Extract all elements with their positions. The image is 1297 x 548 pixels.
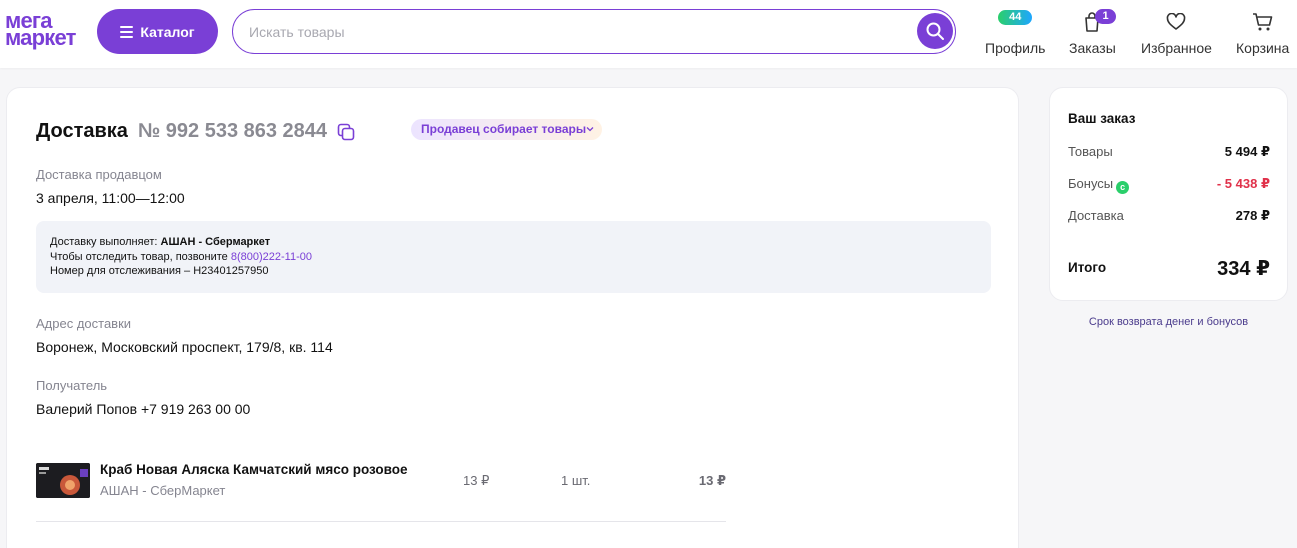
product-quantity: 1 шт. xyxy=(561,473,591,488)
summary-delivery-value: 278 ₽ xyxy=(1235,208,1270,223)
product-name[interactable]: Краб Новая Аляска Камчатский мясо розово… xyxy=(100,462,430,477)
menu-icon xyxy=(120,25,134,38)
bonus-icon: c xyxy=(1116,181,1130,194)
summary-title: Ваш заказ xyxy=(1068,111,1136,126)
search-input[interactable] xyxy=(249,20,889,44)
nav-profile[interactable]: 44 Профиль xyxy=(985,10,1045,56)
nav-orders-label: Заказы xyxy=(1069,40,1116,56)
summary-goods-row: Товары 5 494 ₽ xyxy=(1068,144,1270,159)
catalog-button[interactable]: Каталог xyxy=(97,9,218,54)
delivery-time: 3 апреля, 11:00—12:00 xyxy=(36,190,185,206)
order-status-label: Продавец собирает товары xyxy=(421,122,587,136)
summary-delivery-row: Доставка 278 ₽ xyxy=(1068,208,1270,223)
search-button[interactable] xyxy=(917,13,953,49)
order-summary: Ваш заказ Товары 5 494 ₽ Бонусы c - 5 438… xyxy=(1049,87,1288,301)
product-total: 13 ₽ xyxy=(698,473,726,488)
search-icon xyxy=(926,22,944,40)
logo[interactable]: мега маркет xyxy=(5,10,76,50)
delivery-type-label: Доставка продавцом xyxy=(36,167,162,182)
summary-bonus-row: Бонусы c - 5 438 ₽ xyxy=(1068,176,1270,194)
nav-cart[interactable]: Корзина xyxy=(1236,10,1289,56)
delivery-performer: Доставку выполняет: АШАН - Сбермаркет xyxy=(50,236,271,248)
chevron-down-icon xyxy=(586,127,594,132)
recipient: Валерий Попов +7 919 263 00 00 xyxy=(36,401,251,417)
order-title: Доставка № 992 533 863 2844 xyxy=(36,120,355,143)
order-number: № 992 533 863 2844 xyxy=(137,120,328,142)
delivery-info-box: Доставку выполняет: АШАН - Сбермаркет Чт… xyxy=(36,221,991,293)
bonus-badge: 44 xyxy=(998,10,1033,25)
orders-count-badge: 1 xyxy=(1095,9,1116,24)
summary-goods-value: 5 494 ₽ xyxy=(1224,144,1270,159)
order-type-title: Доставка xyxy=(36,120,128,142)
order-status-badge[interactable]: Продавец собирает товары xyxy=(411,119,603,140)
nav-cart-label: Корзина xyxy=(1236,40,1290,56)
delivery-address: Воронеж, Московский проспект, 179/8, кв.… xyxy=(36,339,333,355)
support-phone-link[interactable]: 8(800)222-11-00 xyxy=(231,251,312,263)
summary-total-value: 334 ₽ xyxy=(1217,258,1270,280)
recipient-label: Получатель xyxy=(36,378,108,393)
copy-icon[interactable] xyxy=(337,123,355,141)
summary-bonus-value: - 5 438 ₽ xyxy=(1216,176,1270,191)
product-thumbnail[interactable] xyxy=(36,463,90,498)
nav-favorites-label: Избранное xyxy=(1141,40,1212,56)
refund-terms-link[interactable]: Срок возврата денег и бонусов xyxy=(1049,316,1288,328)
order-card: Доставка № 992 533 863 2844 Продавец соб… xyxy=(6,87,1019,548)
product-seller: АШАН - СберМаркет xyxy=(100,483,226,498)
nav-profile-label: Профиль xyxy=(985,40,1046,56)
delivery-tracking-phone: Чтобы отследить товар, позвоните 8(800)2… xyxy=(50,250,312,263)
cart-icon xyxy=(1252,13,1272,31)
nav-orders[interactable]: 1 Заказы xyxy=(1069,9,1116,56)
summary-total-label: Итого xyxy=(1068,260,1107,275)
heart-icon xyxy=(1167,13,1186,30)
logo-line-2: маркет xyxy=(5,25,76,50)
header: мега маркет Каталог 44 Профиль 1 Заказы xyxy=(0,0,1297,68)
search-bar xyxy=(232,9,956,54)
catalog-label: Каталог xyxy=(140,23,195,40)
address-label: Адрес доставки xyxy=(36,316,132,331)
tracking-number: Номер для отслеживания – H23401257950 xyxy=(50,265,269,277)
product-price: 13 ₽ xyxy=(463,473,490,488)
nav-favorites[interactable]: Избранное xyxy=(1141,10,1212,56)
order-item[interactable]: Краб Новая Аляска Камчатский мясо розово… xyxy=(36,460,726,522)
